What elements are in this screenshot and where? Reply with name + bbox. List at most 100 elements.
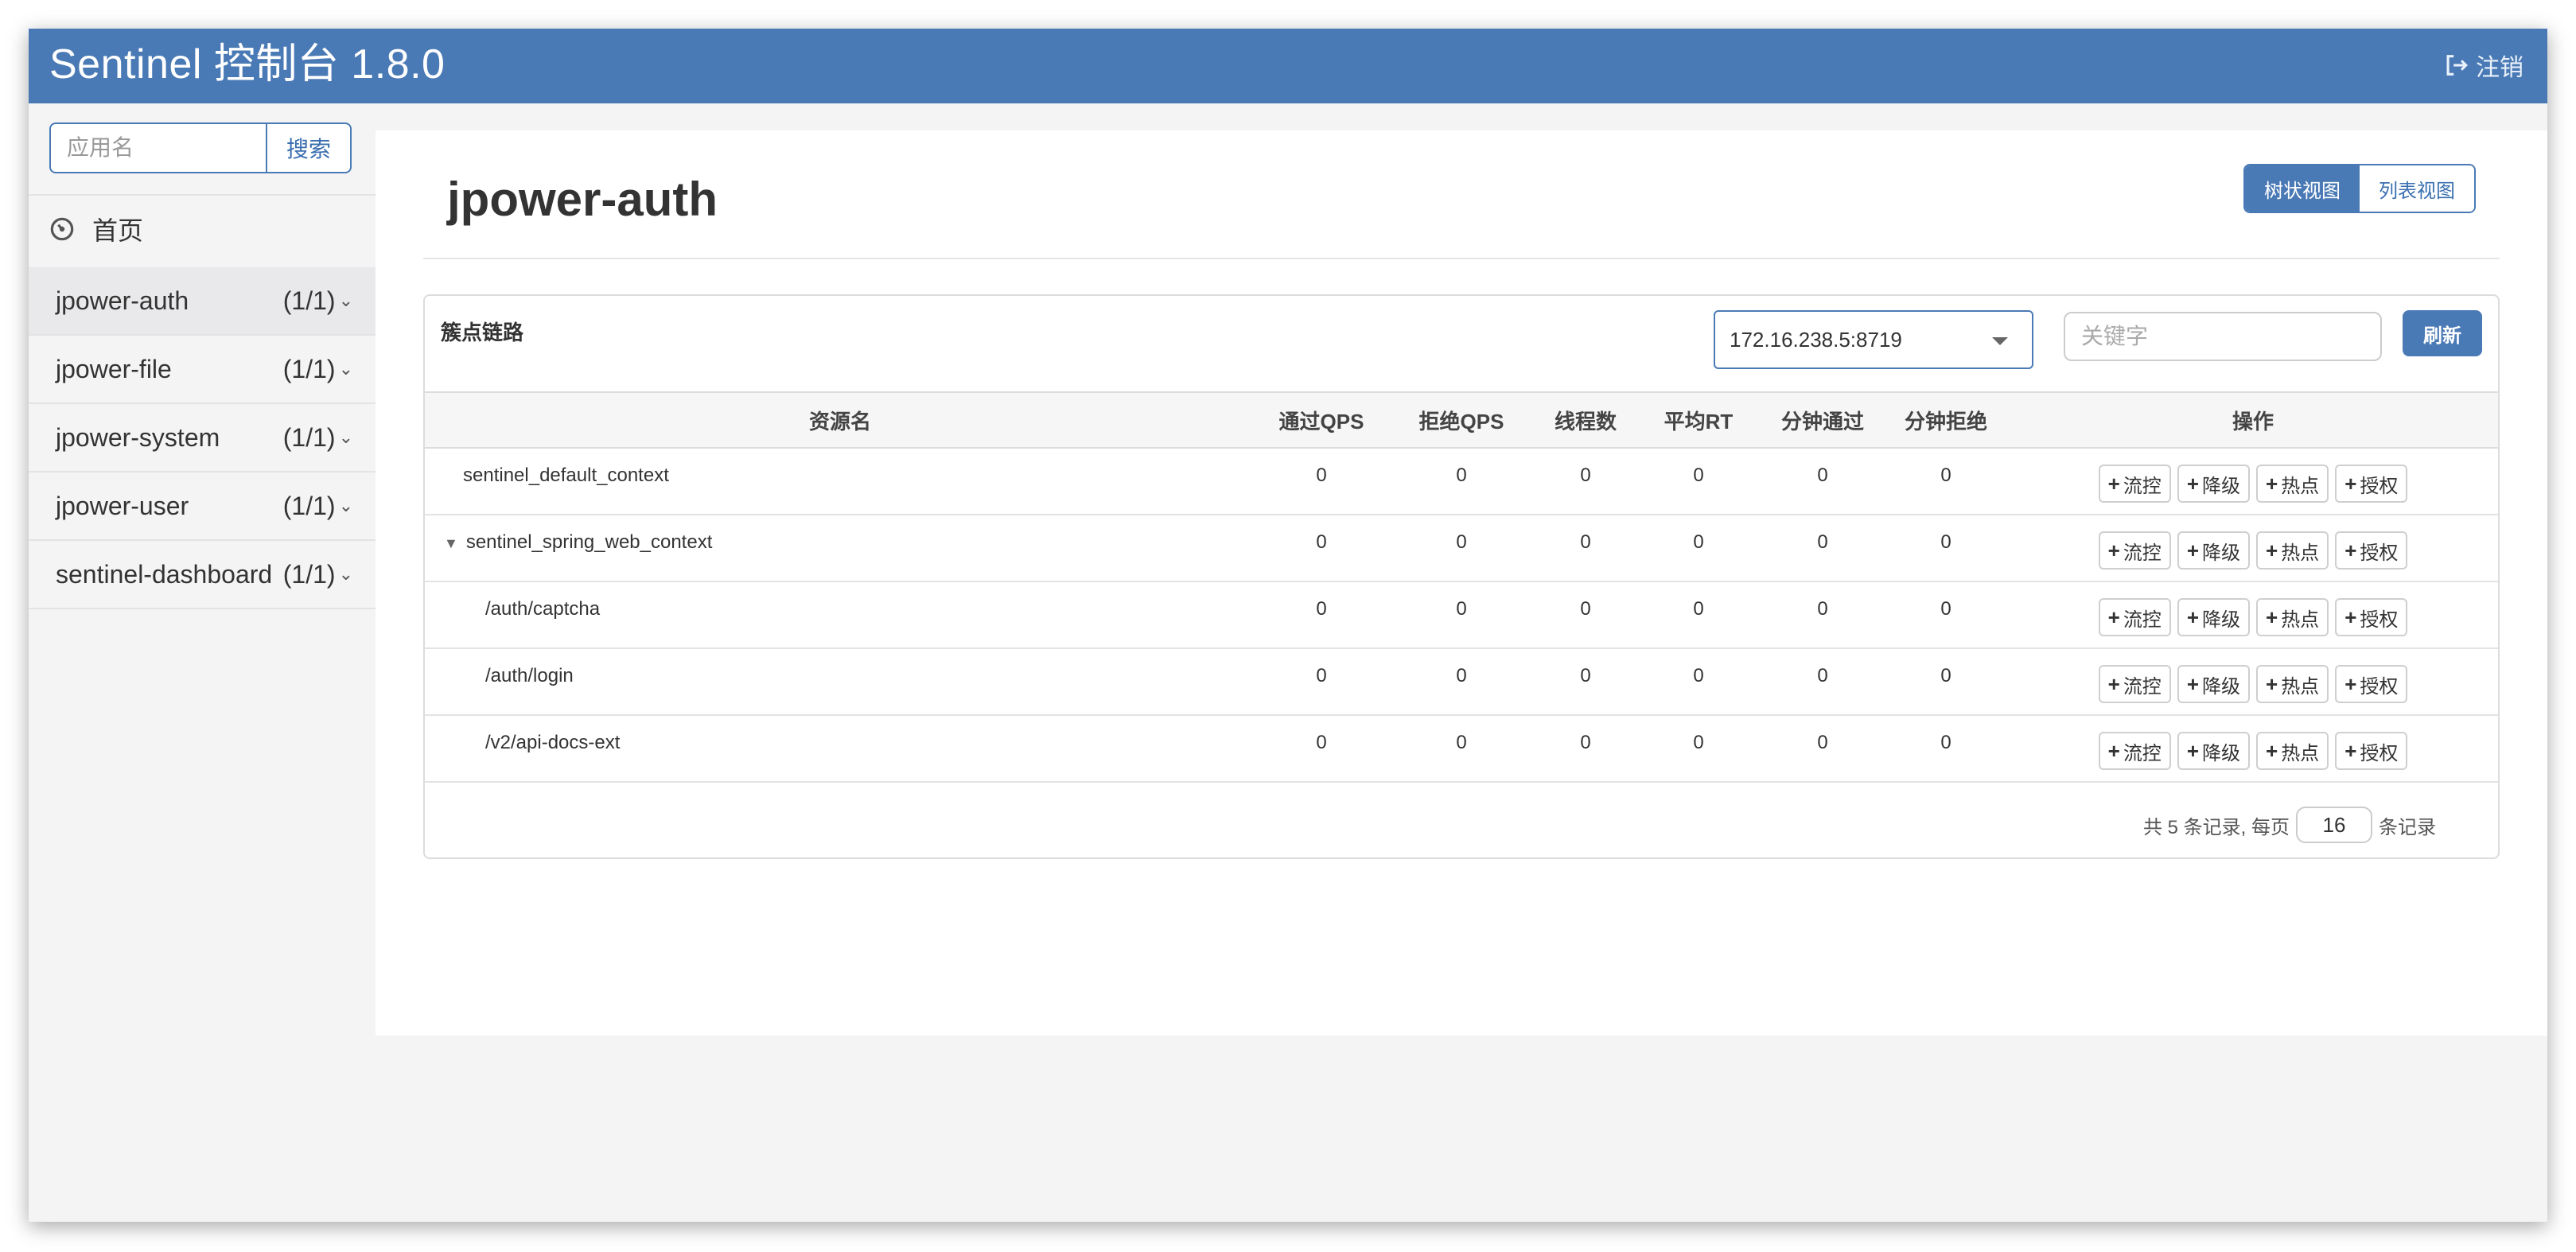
app-machine-count: (1/1) <box>282 559 336 589</box>
plus-icon: + <box>2186 738 2199 763</box>
op-label: 授权 <box>2360 675 2399 698</box>
block-qps: 0 <box>1387 448 1535 515</box>
degrade-rule-button[interactable]: + 降级 <box>2177 598 2250 636</box>
list-view-button[interactable]: 列表视图 <box>2360 165 2474 212</box>
plus-icon: + <box>2344 671 2357 696</box>
resource-table: 资源名 通过QPS 拒绝QPS 线程数 平均RT 分钟通过 分钟拒绝 操作 se… <box>425 391 2498 783</box>
flow-rule-button[interactable]: + 流控 <box>2098 598 2171 636</box>
sidebar-item-jpower-user[interactable]: jpower-user (1/1) ⌄ <box>29 472 376 541</box>
authority-rule-button[interactable]: + 授权 <box>2335 465 2408 503</box>
avg-rt: 0 <box>1636 515 1761 582</box>
degrade-rule-button[interactable]: + 降级 <box>2177 665 2250 703</box>
hotspot-rule-button[interactable]: + 热点 <box>2256 465 2329 503</box>
table-row: sentinel_default_context 0 0 0 0 0 0 + 流控… <box>425 448 2498 515</box>
record-suffix-text: 条记录 <box>2379 816 2436 838</box>
hotspot-rule-button[interactable]: + 热点 <box>2256 732 2329 770</box>
op-label: 授权 <box>2360 609 2399 631</box>
plus-icon: + <box>2186 471 2199 496</box>
op-label: 降级 <box>2202 742 2240 764</box>
panel-title: 簇点链路 <box>441 321 524 344</box>
hotspot-rule-button[interactable]: + 热点 <box>2256 665 2329 703</box>
op-label: 降级 <box>2202 542 2240 564</box>
row-actions: + 流控 + 降级 + 热点 + 授权 <box>2008 715 2498 783</box>
op-label: 授权 <box>2360 475 2399 497</box>
degrade-rule-button[interactable]: + 降级 <box>2177 531 2250 570</box>
hotspot-rule-button[interactable]: + 热点 <box>2256 531 2329 570</box>
op-label: 降级 <box>2202 675 2240 698</box>
minute-block: 0 <box>1884 448 2008 515</box>
column-header: 资源名 <box>425 391 1255 449</box>
flow-rule-button[interactable]: + 流控 <box>2098 665 2171 703</box>
block-qps: 0 <box>1387 648 1535 716</box>
op-label: 降级 <box>2202 609 2240 631</box>
app-machine-count: (1/1) <box>282 422 336 452</box>
minute-pass: 0 <box>1761 648 1884 716</box>
resource-name: /auth/login <box>425 648 1255 716</box>
op-label: 流控 <box>2123 475 2162 497</box>
degrade-rule-button[interactable]: + 降级 <box>2177 732 2250 770</box>
chevron-down-icon: ⌄ <box>338 427 353 447</box>
logout-link[interactable]: 注销 <box>2442 45 2523 86</box>
flow-rule-button[interactable]: + 流控 <box>2098 531 2171 570</box>
chevron-down-icon: ⌄ <box>338 496 353 515</box>
app-search-button[interactable]: 搜索 <box>266 122 352 173</box>
table-row: /v2/api-docs-ext 0 0 0 0 0 0 + 流控 + 降级 + 热点… <box>425 715 2498 783</box>
machine-select[interactable]: 172.16.238.5:8719 <box>1714 310 2033 369</box>
sidebar-item-jpower-file[interactable]: jpower-file (1/1) ⌄ <box>29 336 376 404</box>
hotspot-rule-button[interactable]: + 热点 <box>2256 598 2329 636</box>
pagination: 共 5 条记录, 每页 条记录 <box>2143 807 2436 843</box>
column-header: 拒绝QPS <box>1387 391 1535 449</box>
plus-icon: + <box>2107 605 2120 629</box>
app-machine-count: (1/1) <box>282 286 336 315</box>
sidebar-item-home[interactable]: 首页 <box>49 207 143 251</box>
degrade-rule-button[interactable]: + 降级 <box>2177 465 2250 503</box>
main-content: jpower-auth 树状视图 列表视图 簇点链路 172.16.238.5:… <box>376 130 2547 1036</box>
op-label: 热点 <box>2281 609 2320 631</box>
keyword-input[interactable] <box>2064 312 2382 361</box>
resource-name-cell[interactable]: ▼ sentinel_spring_web_context <box>425 515 1255 582</box>
minute-pass: 0 <box>1761 715 1884 783</box>
resource-name: sentinel_default_context <box>425 448 1255 515</box>
minute-block: 0 <box>1884 648 2008 716</box>
authority-rule-button[interactable]: + 授权 <box>2335 665 2408 703</box>
block-qps: 0 <box>1387 715 1535 783</box>
plus-icon: + <box>2344 538 2357 562</box>
resource-name: sentinel_spring_web_context <box>465 531 713 553</box>
column-header: 通过QPS <box>1255 391 1387 449</box>
sidebar-item-jpower-auth[interactable]: jpower-auth (1/1) ⌄ <box>29 267 376 336</box>
collapse-triangle-icon[interactable]: ▼ <box>444 535 458 552</box>
flow-rule-button[interactable]: + 流控 <box>2098 732 2171 770</box>
plus-icon: + <box>2344 471 2357 496</box>
plus-icon: + <box>2107 738 2120 763</box>
tree-view-button[interactable]: 树状视图 <box>2245 165 2360 212</box>
caret-down-icon <box>1992 337 2008 345</box>
dashboard-icon <box>50 217 74 241</box>
app-machine-count: (1/1) <box>282 491 336 520</box>
app-machine-count: (1/1) <box>282 354 336 383</box>
plus-icon: + <box>2107 671 2120 696</box>
app-name: jpower-auth <box>56 286 189 315</box>
sidebar-item-jpower-system[interactable]: jpower-system (1/1) ⌄ <box>29 404 376 472</box>
refresh-button[interactable]: 刷新 <box>2403 310 2482 356</box>
panel-header: 簇点链路 172.16.238.5:8719 刷新 <box>425 296 2498 391</box>
minute-block: 0 <box>1884 515 2008 582</box>
minute-block: 0 <box>1884 581 2008 649</box>
app-brand[interactable]: Sentinel 控制台 1.8.0 <box>49 37 445 92</box>
chevron-down-icon: ⌄ <box>338 564 353 584</box>
app-search-input[interactable] <box>49 122 266 173</box>
authority-rule-button[interactable]: + 授权 <box>2335 732 2408 770</box>
page-size-input[interactable] <box>2296 807 2372 843</box>
resource-name: /v2/api-docs-ext <box>425 715 1255 783</box>
view-toggle: 树状视图 列表视图 <box>2243 164 2476 213</box>
authority-rule-button[interactable]: + 授权 <box>2335 598 2408 636</box>
table-header-row: 资源名 通过QPS 拒绝QPS 线程数 平均RT 分钟通过 分钟拒绝 操作 <box>425 391 2498 449</box>
sidebar-item-label: 首页 <box>92 216 144 245</box>
sidebar-item-sentinel-dashboard[interactable]: sentinel-dashboard (1/1) ⌄ <box>29 541 376 609</box>
column-header: 操作 <box>2008 391 2498 449</box>
op-label: 流控 <box>2123 675 2162 698</box>
resource-panel: 簇点链路 172.16.238.5:8719 刷新 资源名 通过QPS <box>423 294 2500 859</box>
plus-icon: + <box>2186 538 2199 562</box>
flow-rule-button[interactable]: + 流控 <box>2098 465 2171 503</box>
thread-count: 0 <box>1535 448 1636 515</box>
authority-rule-button[interactable]: + 授权 <box>2335 531 2408 570</box>
